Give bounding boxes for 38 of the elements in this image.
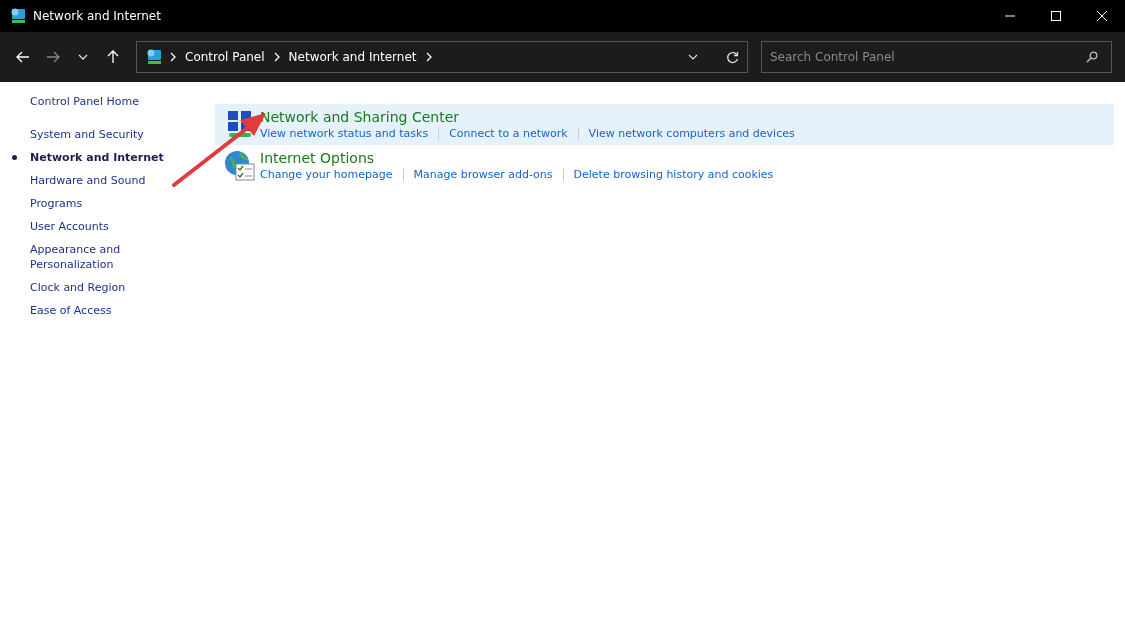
chevron-icon [169,52,177,62]
window-title: Network and Internet [33,9,161,23]
close-icon [1097,11,1107,21]
task-link[interactable]: Manage browser add-ons [413,168,553,181]
sidebar-item[interactable]: Programs [30,196,170,211]
chevron-icon [424,52,433,62]
address-pc-icon [145,48,163,66]
refresh-icon[interactable] [726,50,739,64]
sidebar-item[interactable]: User Accounts [30,219,170,234]
bullet-icon [12,155,17,160]
sidebar-item[interactable]: Hardware and Sound [30,173,170,188]
category-title[interactable]: Internet Options [260,148,375,168]
task-link[interactable]: View network status and tasks [260,127,429,140]
breadcrumb[interactable]: Control Panel [183,50,267,64]
chevron-down-icon [78,54,88,60]
back-arrow-icon [16,51,30,63]
task-link[interactable]: Connect to a network [449,127,568,140]
dropdown-icon[interactable] [688,54,698,60]
sidebar-item[interactable]: Clock and Region [30,280,170,295]
globe-checklist-icon [224,150,256,182]
control-panel-home-link[interactable]: Control Panel Home [30,94,170,109]
breadcrumb[interactable]: Network and Internet [286,50,419,64]
category-item[interactable]: Internet Options Change your homepage Manage browser add-ons Delete browsing history and cookies [215,145,1114,187]
chevron-icon [272,52,281,62]
maximize-icon [1051,11,1061,21]
task-link[interactable]: View network computers and devices [588,127,795,140]
search-icon [1086,51,1098,63]
sidebar-item[interactable]: Ease of Access [30,303,170,318]
task-link[interactable]: Delete browsing history and cookies [573,168,774,181]
sidebar-item[interactable]: Appearance and Personalization [30,242,170,272]
sidebar-item[interactable]: System and Security [30,127,170,142]
address-bar[interactable]: Control Panel Network and Internet [136,41,748,73]
forward-arrow-icon [46,51,60,63]
task-link[interactable]: Change your homepage [260,168,393,181]
sidebar-item[interactable]: Network and Internet [30,150,170,165]
window-app-icon [9,7,27,25]
up-arrow-icon [107,50,119,64]
search-field[interactable]: Search Control Panel [761,41,1112,73]
